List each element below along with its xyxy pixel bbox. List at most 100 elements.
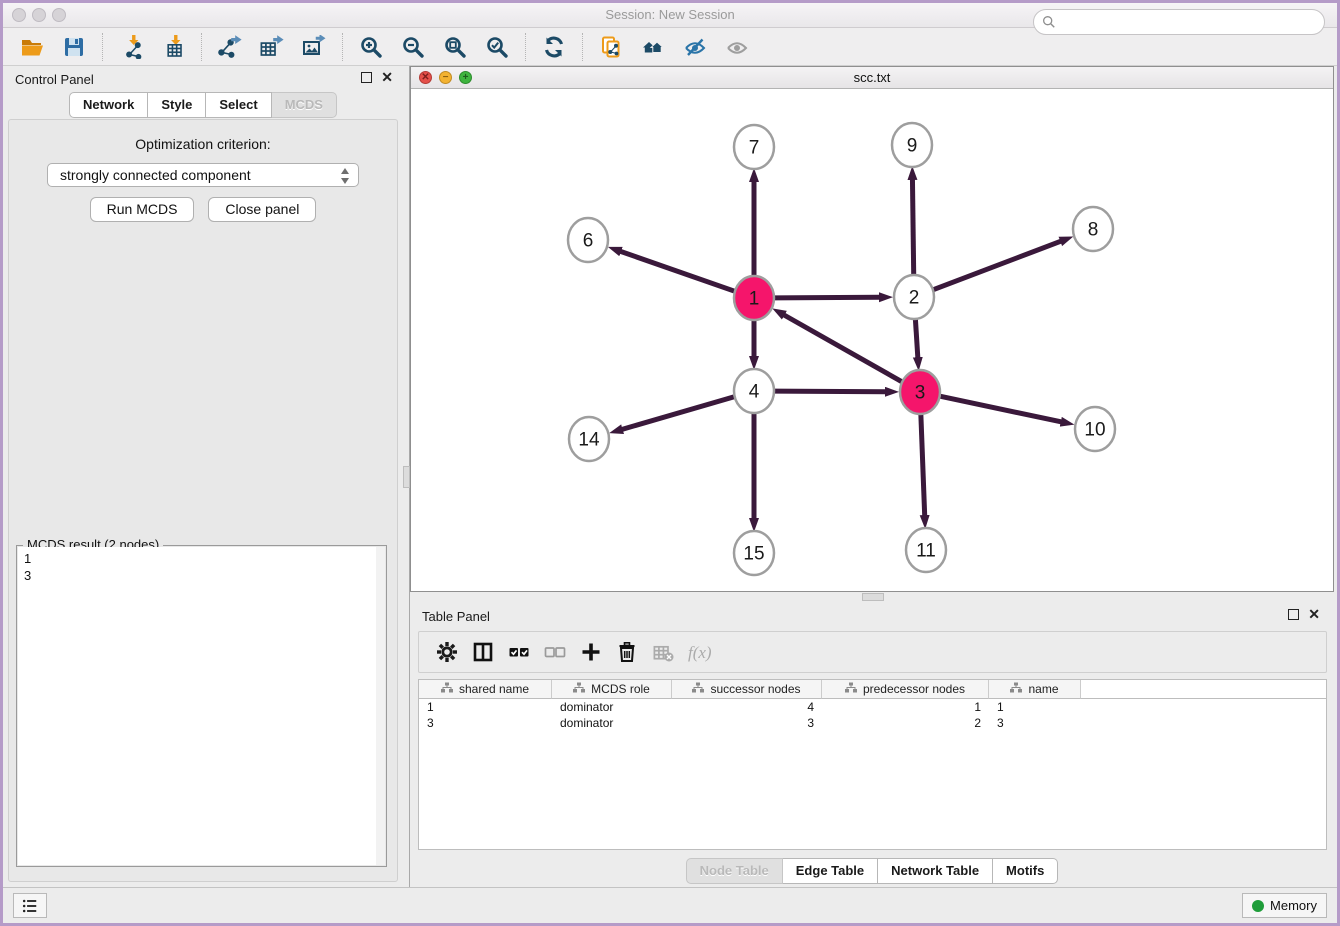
horizontal-splitter[interactable] (410, 592, 1337, 603)
network-window-title: scc.txt (411, 70, 1333, 85)
tab-motifs[interactable]: Motifs (993, 858, 1058, 884)
table-cell[interactable]: 1 (822, 699, 989, 715)
table-panel: Table Panel ✕ f(x) shared nameMCDS roles… (410, 603, 1334, 887)
mcds-result-box: MCDS result (2 nodes) 13 (16, 545, 387, 867)
graph-edge-1-6[interactable] (620, 251, 734, 291)
delete-columns-icon[interactable] (609, 636, 645, 668)
first-neighbors-icon[interactable] (636, 32, 670, 62)
export-image-icon[interactable] (297, 32, 331, 62)
svg-text:f(x): f(x) (688, 643, 711, 662)
graph-edge-2-9[interactable] (912, 179, 913, 276)
splitter-handle[interactable] (403, 466, 410, 488)
result-scrollbar[interactable] (376, 547, 385, 865)
splitter-handle[interactable] (862, 593, 884, 601)
status-bar: Memory (3, 887, 1337, 923)
function-builder-icon: f(x) (681, 636, 717, 668)
zoom-fit-icon[interactable] (438, 32, 472, 62)
save-session-icon[interactable] (57, 32, 91, 62)
network-window-titlebar: ✕ − + scc.txt (411, 67, 1333, 89)
criterion-dropdown-value: strongly connected component (60, 167, 251, 183)
export-network-icon[interactable] (213, 32, 247, 62)
float-panel-icon[interactable] (1288, 609, 1299, 620)
column-type-icon (1010, 682, 1022, 696)
tab-select[interactable]: Select (206, 92, 271, 118)
deselect-all-icon[interactable] (537, 636, 573, 668)
hide-details-icon[interactable] (678, 32, 712, 62)
graph-edge-1-2[interactable] (775, 297, 880, 298)
zoom-in-icon[interactable] (354, 32, 388, 62)
graph-node-label: 1 (749, 289, 760, 310)
table-cell[interactable]: 3 (672, 715, 822, 731)
tab-edge-table[interactable]: Edge Table (783, 858, 878, 884)
column-header-MCDS-role[interactable]: MCDS role (552, 680, 672, 699)
refresh-icon[interactable] (537, 32, 571, 62)
graph-edge-2-3[interactable] (915, 318, 918, 358)
graph-edge-4-3[interactable] (775, 391, 886, 392)
graph-node-label: 9 (907, 136, 918, 157)
show-columns-icon[interactable] (465, 636, 501, 668)
column-label: shared name (459, 682, 529, 696)
criterion-dropdown[interactable]: strongly connected component (47, 163, 359, 187)
table-cell[interactable]: 2 (822, 715, 989, 731)
table-cell[interactable]: dominator (552, 699, 672, 715)
network-canvas[interactable]: 1234678910111415 (411, 90, 1333, 591)
table-cell[interactable]: 4 (672, 699, 822, 715)
graph-edge-2-8[interactable] (934, 241, 1062, 289)
vertical-splitter[interactable] (403, 66, 410, 887)
memory-label: Memory (1270, 898, 1317, 913)
table-row[interactable]: 1dominator411 (419, 699, 1326, 715)
close-panel-icon[interactable]: ✕ (1308, 609, 1320, 620)
task-history-button[interactable] (13, 893, 47, 918)
graph-edge-4-14[interactable] (622, 397, 734, 430)
create-column-icon[interactable] (573, 636, 609, 668)
open-file-icon[interactable] (15, 32, 49, 62)
column-header-name[interactable]: name (989, 680, 1081, 699)
graph-node-label: 14 (578, 430, 600, 451)
search-input[interactable] (1061, 14, 1316, 31)
graph-edge-3-10[interactable] (941, 396, 1062, 422)
run-mcds-button[interactable]: Run MCDS (90, 197, 195, 222)
application-window: Session: New Session Control Panel ✕ Net… (0, 0, 1340, 926)
tab-network[interactable]: Network (69, 92, 148, 118)
column-label: successor nodes (710, 682, 800, 696)
zoom-selected-icon[interactable] (480, 32, 514, 62)
tab-network-table[interactable]: Network Table (878, 858, 993, 884)
close-panel-button[interactable]: Close panel (208, 197, 316, 222)
tab-mcds[interactable]: MCDS (272, 92, 337, 118)
float-panel-icon[interactable] (361, 72, 372, 83)
mcds-result-text[interactable]: 13 (18, 547, 385, 865)
toolbar-separator (525, 33, 526, 61)
search-box[interactable] (1033, 9, 1325, 35)
table-body: 1dominator4113dominator323 (419, 699, 1326, 731)
table-row[interactable]: 3dominator323 (419, 715, 1326, 731)
column-header-shared-name[interactable]: shared name (419, 680, 552, 699)
memory-button[interactable]: Memory (1242, 893, 1327, 918)
table-cell[interactable]: 3 (989, 715, 1081, 731)
table-cell[interactable]: dominator (552, 715, 672, 731)
import-table-icon[interactable] (156, 32, 190, 62)
export-table-icon[interactable] (255, 32, 289, 62)
control-panel: Control Panel ✕ NetworkStyleSelectMCDS O… (3, 66, 403, 887)
table-options-gear-icon[interactable] (429, 636, 465, 668)
close-panel-icon[interactable]: ✕ (381, 72, 393, 83)
tab-node-table[interactable]: Node Table (686, 858, 783, 884)
column-type-icon (845, 682, 857, 696)
table-cell[interactable]: 1 (419, 699, 552, 715)
dropdown-stepper-icon (341, 168, 350, 184)
tab-style[interactable]: Style (148, 92, 206, 118)
select-all-icon[interactable] (501, 636, 537, 668)
column-header-successor-nodes[interactable]: successor nodes (672, 680, 822, 699)
graph-node-label: 7 (749, 138, 760, 159)
toolbar-separator (201, 33, 202, 61)
graph-node-label: 6 (583, 231, 594, 252)
graph-edge-3-11[interactable] (921, 413, 925, 516)
network-view-window: ✕ − + scc.txt 1234678910111415 (410, 66, 1334, 592)
column-header-predecessor-nodes[interactable]: predecessor nodes (822, 680, 989, 699)
table-cell[interactable]: 3 (419, 715, 552, 731)
import-network-icon[interactable] (114, 32, 148, 62)
table-cell[interactable]: 1 (989, 699, 1081, 715)
zoom-out-icon[interactable] (396, 32, 430, 62)
graph-edge-3-1[interactable] (784, 315, 902, 382)
clone-network-icon[interactable] (594, 32, 628, 62)
column-label: predecessor nodes (863, 682, 965, 696)
